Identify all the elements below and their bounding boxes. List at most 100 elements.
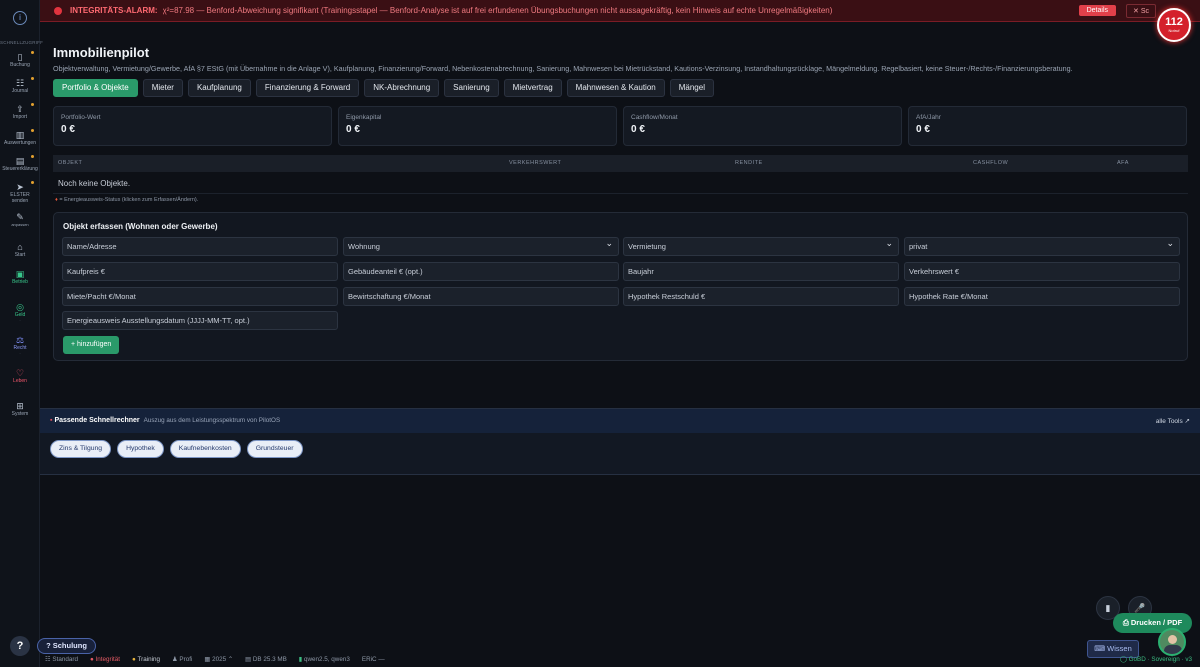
kpi-value: 0 € xyxy=(61,124,75,135)
sidebar-item-journal[interactable]: ☷ Journal xyxy=(0,77,40,94)
column-header-cashflow[interactable]: CASHFLOW xyxy=(973,160,1008,166)
usage-select[interactable]: Vermietung xyxy=(623,237,899,256)
pin-star-icon xyxy=(31,51,34,54)
column-header-rendite[interactable]: RENDITE xyxy=(735,160,763,166)
sidebar-label: ELSTER senden xyxy=(10,192,30,204)
sidebar-item-anpassen[interactable]: ✎ anpassen xyxy=(0,212,40,228)
sidebar-caption: SCHNELLZUGRIFF xyxy=(0,40,44,45)
calculator-icon: ▪ xyxy=(50,417,53,424)
tab-maengel[interactable]: Mängel xyxy=(669,79,714,97)
hypothek-rate-input[interactable]: Hypothek Rate €/Monat xyxy=(904,287,1180,306)
status-profil[interactable]: ♟ Profi xyxy=(172,656,192,663)
column-header-verkehrswert[interactable]: VERKEHRSWERT xyxy=(509,160,561,166)
name-address-input[interactable]: Name/Adresse xyxy=(62,237,338,256)
status-year[interactable]: ▦ 2025 ⌃ xyxy=(204,656,233,663)
gebaeudeanteil-input[interactable]: Gebäudeanteil € (opt.) xyxy=(343,262,619,281)
sidebar-item-leben[interactable]: ♡ Leben · xyxy=(0,368,40,389)
sidebar-item-steuererklaerung[interactable]: ▤ Steuererklärung xyxy=(0,155,40,172)
sidebar-item-geld[interactable]: ◎ Geld · xyxy=(0,302,40,323)
property-type-select[interactable]: Wohnung xyxy=(343,237,619,256)
import-icon: ⇪ xyxy=(16,104,24,114)
tab-kaufplanung[interactable]: Kaufplanung xyxy=(187,79,251,97)
alarm-close-button[interactable]: ✕ Sc xyxy=(1126,3,1156,18)
chip-hypothek[interactable]: Hypothek xyxy=(117,440,164,458)
buchung-icon: ▯ xyxy=(17,52,23,62)
pin-star-icon xyxy=(31,129,34,132)
column-header-objekt[interactable]: OBJEKT xyxy=(58,160,82,166)
miete-input[interactable]: Miete/Pacht €/Monat xyxy=(62,287,338,306)
status-db-text: DB 25.3 MB xyxy=(252,656,287,663)
bewirtschaftung-input[interactable]: Bewirtschaftung €/Monat xyxy=(343,287,619,306)
schnellrechner-title-text: Passende Schnellrechner xyxy=(54,417,140,424)
form-title: Objekt erfassen (Wohnen oder Gewerbe) xyxy=(63,222,218,231)
tab-bar: Portfolio & Objekte Mieter Kaufplanung F… xyxy=(53,79,714,97)
avatar-head xyxy=(1168,635,1177,644)
sidebar: i SCHNELLZUGRIFF ▯ Buchung ☷ Journal ⇪ Impo… xyxy=(0,0,44,667)
kpi-afa: AfA/Jahr 0 € xyxy=(908,106,1187,146)
add-object-button[interactable]: + hinzufügen xyxy=(63,336,120,354)
help-button[interactable]: ? xyxy=(10,636,30,656)
baujahr-input[interactable]: Baujahr xyxy=(623,262,899,281)
notruf-button[interactable]: 112 Notruf xyxy=(1157,8,1191,42)
status-sovereign-text: GoBD · Sovereign · v3 xyxy=(1128,656,1192,663)
status-year-text: 2025 ⌃ xyxy=(212,656,234,663)
column-header-afa[interactable]: AFA xyxy=(1117,160,1129,166)
schnellrechner-panel: ▪ Passende Schnellrechner Auszug aus dem … xyxy=(40,408,1200,475)
status-profil-text: Profi xyxy=(179,656,193,663)
sidebar-item-import[interactable]: ⇪ Import xyxy=(0,103,40,120)
tab-mietvertrag[interactable]: Mietvertrag xyxy=(503,79,562,97)
status-standard[interactable]: ☷ Standard xyxy=(45,656,78,663)
kpi-row: Portfolio-Wert 0 € Eigenkapital 0 € Cashfl… xyxy=(53,106,1187,146)
sidebar-item-buchung[interactable]: ▯ Buchung xyxy=(0,51,40,68)
app-logo-icon[interactable]: i xyxy=(13,11,27,25)
all-tools-link[interactable]: alle Tools ↗ xyxy=(1156,417,1190,425)
sidebar-sub-dot: · xyxy=(19,351,21,356)
alarm-details-button[interactable]: Details xyxy=(1078,5,1117,16)
kpi-label: AfA/Jahr xyxy=(916,114,941,121)
tab-sanierung[interactable]: Sanierung xyxy=(444,79,499,97)
tab-nk-abrechnung[interactable]: NK-Abrechnung xyxy=(364,79,440,97)
tab-finanzierung[interactable]: Finanzierung & Forward xyxy=(255,79,360,97)
sidebar-item-auswertungen[interactable]: ▥ Auswertungen xyxy=(0,129,40,146)
kpi-value: 0 € xyxy=(631,124,645,135)
page-title: Immobilienpilot xyxy=(53,45,150,60)
chip-grundsteuer[interactable]: Grundsteuer xyxy=(246,440,303,458)
sidebar-sub-dot: · xyxy=(19,417,21,422)
sidebar-label: anpassen xyxy=(11,222,29,227)
grid-icon: ⊞ xyxy=(16,401,24,411)
hypothek-restschuld-input[interactable]: Hypothek Restschuld € xyxy=(623,287,899,306)
sidebar-item-system[interactable]: ⊞ System · xyxy=(0,401,40,422)
kaufpreis-input[interactable]: Kaufpreis € xyxy=(62,262,338,281)
sidebar-item-recht[interactable]: ⚖ Recht · xyxy=(0,335,40,356)
pin-star-icon xyxy=(31,181,34,184)
pin-star-icon xyxy=(31,103,34,106)
alarm-message: χ²=87.98 — Benford-Abweichung signifikan… xyxy=(162,6,833,15)
schnellrechner-title: ▪ Passende Schnellrechner Auszug aus dem … xyxy=(50,417,280,424)
kpi-cashflow: Cashflow/Monat 0 € xyxy=(623,106,902,146)
send-icon: ➤ xyxy=(16,182,24,192)
sidebar-item-start[interactable]: ⌂ Start xyxy=(0,242,40,258)
page-subtitle: Objektverwaltung, Vermietung/Gewerbe, Af… xyxy=(53,64,1073,73)
flame-icon: ♦ xyxy=(55,197,58,203)
notruf-number: 112 xyxy=(1165,16,1183,28)
status-integritaet[interactable]: ● Integrität xyxy=(90,656,120,663)
chip-zins-tilgung[interactable]: Zins & Tilgung xyxy=(50,440,112,458)
chart-icon: ▥ xyxy=(15,130,25,140)
chip-kaufnebenkosten[interactable]: Kaufnebenkosten xyxy=(169,440,241,458)
ownership-select[interactable]: privat xyxy=(904,237,1180,256)
briefcase-icon: ▣ xyxy=(15,269,25,279)
alarm-dot-icon xyxy=(54,6,62,15)
sidebar-item-betrieb[interactable]: ▣ Betrieb xyxy=(0,269,40,285)
tab-mieter[interactable]: Mieter xyxy=(142,79,183,97)
sidebar-item-elster[interactable]: ➤ ELSTER senden xyxy=(0,181,40,204)
verkehrswert-input[interactable]: Verkehrswert € xyxy=(904,262,1180,281)
status-training[interactable]: ● Training xyxy=(132,656,160,663)
pin-star-icon xyxy=(31,155,34,158)
calculator-chips: Zins & Tilgung Hypothek Kaufnebenkosten … xyxy=(50,440,303,458)
energieausweis-date-input[interactable]: Energieausweis Ausstellungsdatum (JJJJ-M… xyxy=(62,311,338,330)
status-standard-text: Standard xyxy=(52,656,78,663)
tab-portfolio[interactable]: Portfolio & Objekte xyxy=(53,79,138,97)
sidebar-sub-dot: · xyxy=(19,318,21,323)
tab-mahnwesen[interactable]: Mahnwesen & Kaution xyxy=(566,79,665,97)
status-db: ▤ DB 25.3 MB xyxy=(245,656,287,663)
